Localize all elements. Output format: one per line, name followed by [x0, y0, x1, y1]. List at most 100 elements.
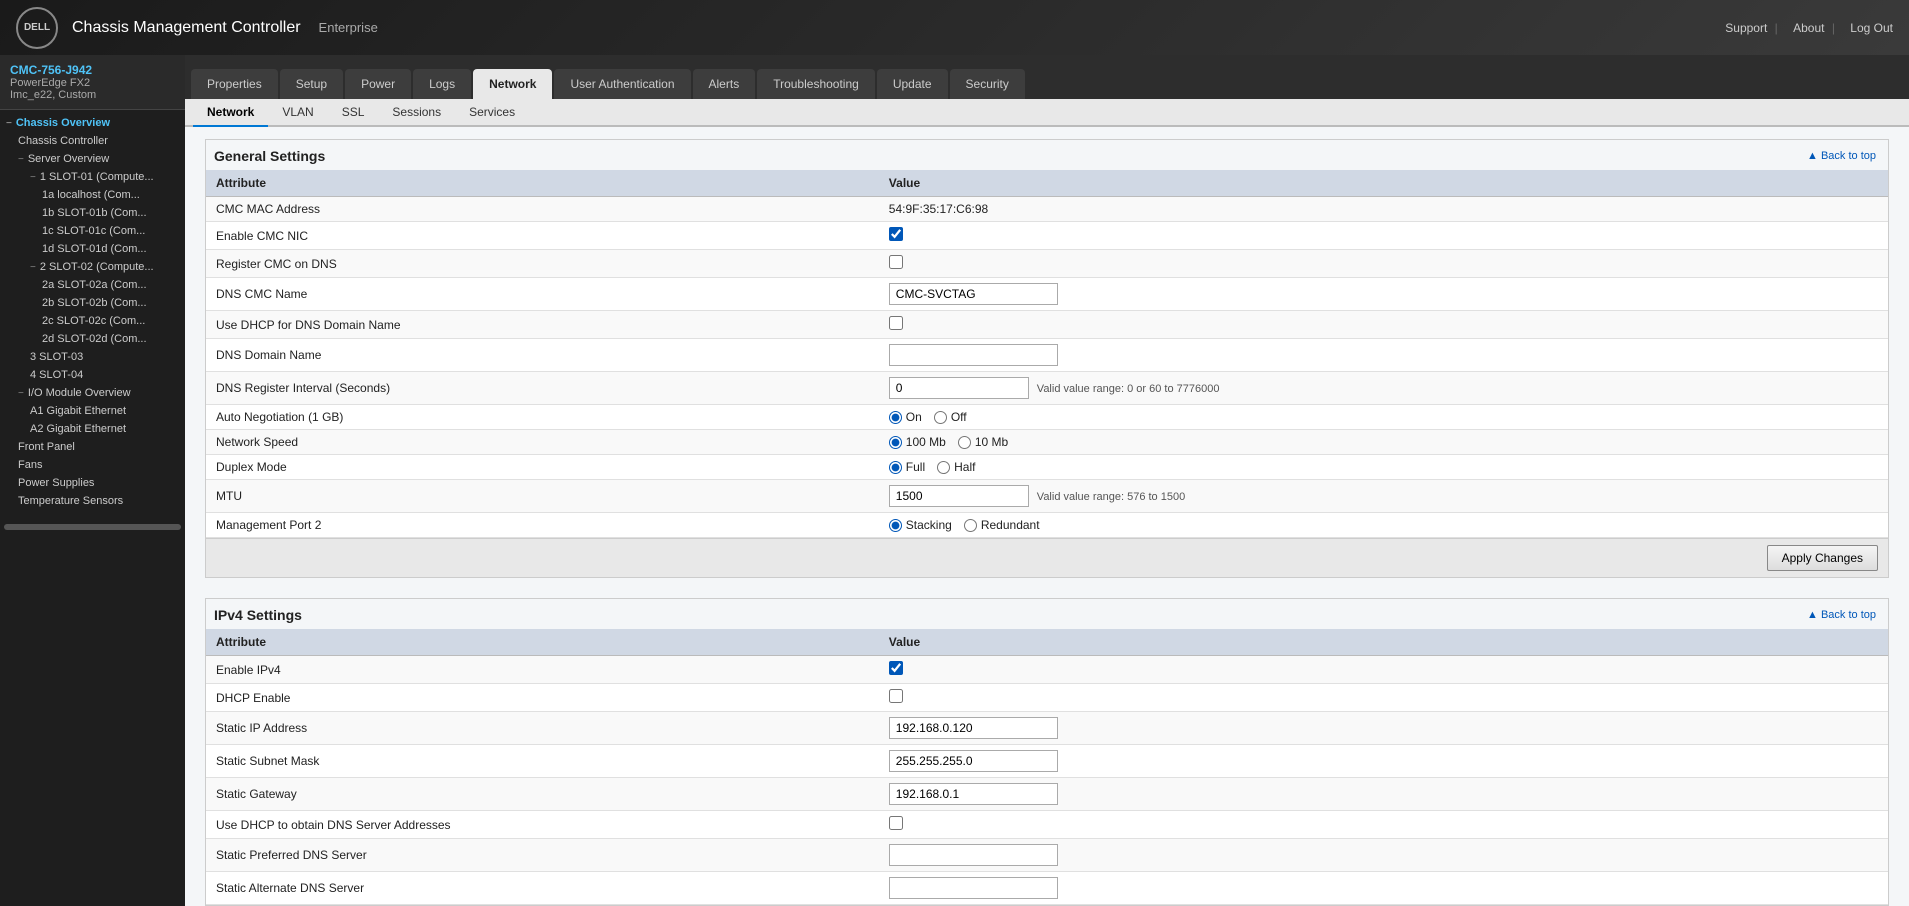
text-input[interactable]	[889, 283, 1058, 305]
sidebar-item-power-supplies[interactable]: Power Supplies	[0, 474, 185, 492]
radio-input[interactable]	[964, 519, 977, 532]
tab-update[interactable]: Update	[877, 69, 948, 99]
sub-tab-network[interactable]: Network	[193, 99, 268, 127]
sidebar-scrollbar[interactable]	[4, 524, 181, 530]
radio-label[interactable]: 10 Mb	[958, 435, 1008, 449]
text-input[interactable]	[889, 485, 1029, 507]
radio-label[interactable]: 100 Mb	[889, 435, 946, 449]
radio-label[interactable]: Redundant	[964, 518, 1040, 532]
tab-setup[interactable]: Setup	[280, 69, 343, 99]
checkbox-input[interactable]	[889, 227, 903, 241]
radio-option-label: 10 Mb	[975, 435, 1008, 449]
logout-link[interactable]: Log Out	[1850, 21, 1893, 35]
text-input[interactable]	[889, 783, 1058, 805]
checkbox-input[interactable]	[889, 316, 903, 330]
attr-label: Management Port 2	[206, 513, 879, 538]
checkbox-input[interactable]	[889, 255, 903, 269]
checkbox-input[interactable]	[889, 816, 903, 830]
attr-label: Use DHCP to obtain DNS Server Addresses	[206, 811, 879, 839]
sidebar-item-slot04[interactable]: 4 SLOT-04	[0, 366, 185, 384]
sidebar-item-1c[interactable]: 1c SLOT-01c (Com...	[0, 222, 185, 240]
sidebar-item-2a[interactable]: 2a SLOT-02a (Com...	[0, 276, 185, 294]
main-panel: Properties Setup Power Logs Network User…	[185, 55, 1909, 906]
radio-group: Full Half	[889, 460, 1878, 474]
sidebar-item-2d[interactable]: 2d SLOT-02d (Com...	[0, 330, 185, 348]
text-input[interactable]	[889, 877, 1058, 899]
text-input[interactable]	[889, 717, 1058, 739]
tab-network[interactable]: Network	[473, 69, 552, 99]
radio-input[interactable]	[958, 436, 971, 449]
about-link[interactable]: About	[1793, 21, 1824, 35]
sidebar: CMC-756-J942 PowerEdge FX2 Imc_e22, Cust…	[0, 55, 185, 906]
static-text: 54:9F:35:17:C6:98	[889, 202, 988, 216]
radio-label[interactable]: Off	[934, 410, 967, 424]
radio-input[interactable]	[889, 411, 902, 424]
sidebar-item-slot03[interactable]: 3 SLOT-03	[0, 348, 185, 366]
sub-tab-sessions[interactable]: Sessions	[378, 99, 455, 127]
radio-input[interactable]	[934, 411, 947, 424]
sidebar-item-io-module[interactable]: −I/O Module Overview	[0, 384, 185, 402]
attr-label: DNS Register Interval (Seconds)	[206, 372, 879, 405]
sub-tab-vlan[interactable]: VLAN	[268, 99, 327, 127]
sidebar-item-1a[interactable]: 1a localhost (Com...	[0, 186, 185, 204]
sidebar-item-temp-sensors[interactable]: Temperature Sensors	[0, 492, 185, 510]
attr-value	[879, 222, 1888, 250]
tab-properties[interactable]: Properties	[191, 69, 278, 99]
text-input[interactable]	[889, 750, 1058, 772]
radio-option-label: Full	[906, 460, 925, 474]
ipv4-settings-back-to-top[interactable]: Back to top	[1807, 609, 1876, 621]
radio-label[interactable]: Half	[937, 460, 975, 474]
sidebar-item-1d[interactable]: 1d SLOT-01d (Com...	[0, 240, 185, 258]
table-row: Use DHCP to obtain DNS Server Addresses	[206, 811, 1888, 839]
radio-input[interactable]	[889, 436, 902, 449]
sidebar-item-server-overview[interactable]: −Server Overview	[0, 150, 185, 168]
checkbox-input[interactable]	[889, 661, 903, 675]
table-row: Static IP Address	[206, 712, 1888, 745]
support-link[interactable]: Support	[1725, 21, 1767, 35]
general-settings-header: General Settings Back to top	[206, 140, 1888, 170]
tab-logs[interactable]: Logs	[413, 69, 471, 99]
general-apply-button[interactable]: Apply Changes	[1767, 545, 1878, 571]
text-input[interactable]	[889, 844, 1058, 866]
attr-label: DNS Domain Name	[206, 339, 879, 372]
sidebar-item-chassis-controller[interactable]: Chassis Controller	[0, 132, 185, 150]
main-tab-bar: Properties Setup Power Logs Network User…	[185, 55, 1909, 99]
table-row: Duplex ModeFullHalf	[206, 455, 1888, 480]
sub-tab-services[interactable]: Services	[455, 99, 529, 127]
radio-label[interactable]: Full	[889, 460, 925, 474]
table-row: DHCP Enable	[206, 684, 1888, 712]
radio-label[interactable]: On	[889, 410, 922, 424]
text-input[interactable]	[889, 377, 1029, 399]
general-settings-back-to-top[interactable]: Back to top	[1807, 150, 1876, 162]
sidebar-item-2b[interactable]: 2b SLOT-02b (Com...	[0, 294, 185, 312]
general-settings-table: Attribute Value CMC MAC Address54:9F:35:…	[206, 170, 1888, 538]
sidebar-item-2c[interactable]: 2c SLOT-02c (Com...	[0, 312, 185, 330]
sub-tab-bar: Network VLAN SSL Sessions Services	[185, 99, 1909, 127]
ipv4-settings-title: IPv4 Settings	[210, 607, 302, 623]
tab-alerts[interactable]: Alerts	[693, 69, 756, 99]
radio-input[interactable]	[937, 461, 950, 474]
sidebar-item-slot01[interactable]: −1 SLOT-01 (Compute...	[0, 168, 185, 186]
sidebar-item-front-panel[interactable]: Front Panel	[0, 438, 185, 456]
radio-label[interactable]: Stacking	[889, 518, 952, 532]
radio-input[interactable]	[889, 461, 902, 474]
table-row: Static Gateway	[206, 778, 1888, 811]
sidebar-item-a1[interactable]: A1 Gigabit Ethernet	[0, 402, 185, 420]
radio-input[interactable]	[889, 519, 902, 532]
checkbox-input[interactable]	[889, 689, 903, 703]
sidebar-item-a2[interactable]: A2 Gigabit Ethernet	[0, 420, 185, 438]
sidebar-item-chassis-overview[interactable]: − Chassis Overview	[0, 114, 185, 132]
tab-power[interactable]: Power	[345, 69, 411, 99]
attr-label: Network Speed	[206, 430, 879, 455]
sidebar-item-slot02[interactable]: −2 SLOT-02 (Compute...	[0, 258, 185, 276]
tab-user-auth[interactable]: User Authentication	[554, 69, 690, 99]
attr-value	[879, 684, 1888, 712]
sidebar-item-1b[interactable]: 1b SLOT-01b (Com...	[0, 204, 185, 222]
sidebar-item-fans[interactable]: Fans	[0, 456, 185, 474]
tab-troubleshooting[interactable]: Troubleshooting	[757, 69, 875, 99]
sub-tab-ssl[interactable]: SSL	[328, 99, 379, 127]
radio-option-label: On	[906, 410, 922, 424]
table-row: DNS Register Interval (Seconds)Valid val…	[206, 372, 1888, 405]
text-input[interactable]	[889, 344, 1058, 366]
tab-security[interactable]: Security	[950, 69, 1025, 99]
